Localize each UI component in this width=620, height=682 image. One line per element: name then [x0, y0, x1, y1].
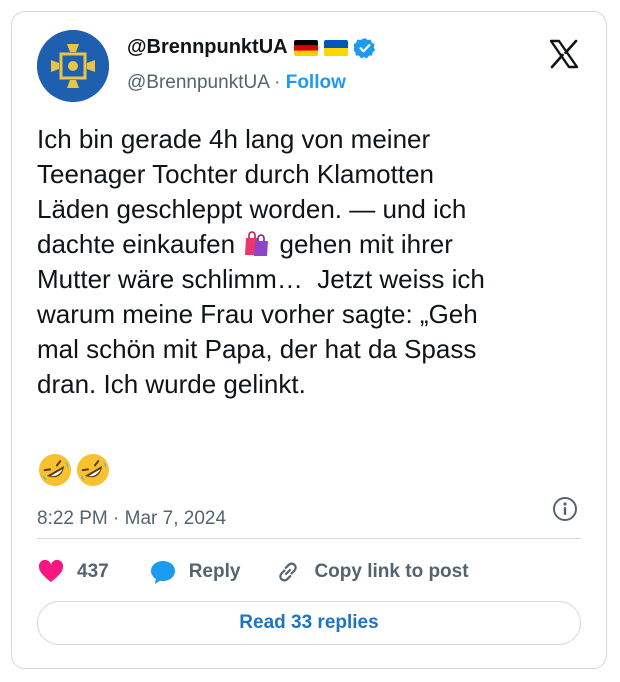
x-logo-icon[interactable] [548, 38, 580, 70]
ukraine-flag-icon [323, 39, 348, 56]
divider [37, 538, 581, 539]
copy-link-label: Copy link to post [314, 561, 469, 582]
reply-label: Reply [188, 561, 241, 582]
info-icon[interactable] [552, 496, 578, 522]
verified-badge-icon [352, 37, 376, 59]
tweet-text: Ich bin gerade 4h lang von meiner Teenag… [37, 122, 587, 402]
reply-button[interactable]: Reply [149, 558, 241, 586]
handle-row: @BrennpunktUA · Follow [127, 72, 346, 94]
display-name[interactable]: @BrennpunktUA [127, 36, 288, 59]
follow-button[interactable]: Follow [286, 72, 346, 93]
emoji-row [37, 452, 111, 488]
likes-count: 437 [77, 561, 109, 582]
read-replies-button[interactable]: Read 33 replies [37, 601, 581, 645]
separator: · [274, 72, 281, 93]
author-name-row[interactable]: @BrennpunktUA [127, 36, 376, 59]
rolling-on-floor-laughing-icon [77, 454, 109, 486]
timestamp[interactable]: 8:22 PM · Mar 7, 2024 [37, 508, 226, 530]
handle[interactable]: @BrennpunktUA [127, 72, 269, 93]
heart-icon [38, 559, 64, 582]
tweet-card: @BrennpunktUA @BrennpunktUA · Follow Ich… [11, 11, 607, 669]
emblem-icon [37, 30, 109, 102]
germany-flag-icon [293, 39, 318, 56]
link-icon [279, 562, 298, 582]
rolling-on-floor-laughing-icon [39, 454, 71, 486]
like-button[interactable]: 437 [37, 558, 109, 586]
avatar[interactable] [37, 30, 109, 102]
shopping-bags-icon [242, 228, 272, 258]
speech-bubble-icon [150, 561, 175, 584]
action-bar: 437 Reply Copy link to post [37, 552, 469, 592]
copy-link-button[interactable]: Copy link to post [274, 558, 469, 586]
